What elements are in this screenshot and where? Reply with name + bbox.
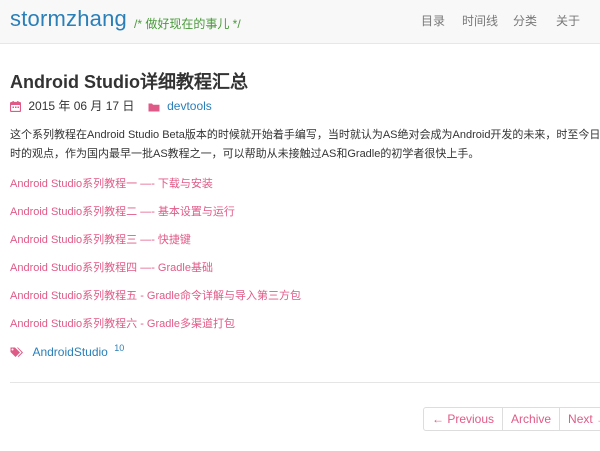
nav-item-timeline[interactable]: 时间线 bbox=[462, 12, 498, 29]
site-header: stormzhang /* 做好现在的事儿 */ 目录 时间线 分类 关于 bbox=[0, 0, 600, 44]
tutorial-list: Android Studio系列教程一 —- 下载与安装 Android Stu… bbox=[10, 174, 590, 342]
tags-icon bbox=[10, 347, 23, 357]
tutorial-link-2[interactable]: Android Studio系列教程二 —- 基本设置与运行 bbox=[10, 206, 235, 218]
post-tags: AndroidStudio 10 bbox=[10, 343, 124, 361]
tutorial-link-6[interactable]: Android Studio系列教程六 - Gradle多渠道打包 bbox=[10, 318, 235, 330]
tag-count: 10 bbox=[114, 343, 125, 353]
list-item: Android Studio系列教程五 - Gradle命令详解与导入第三方包 bbox=[10, 286, 590, 314]
post-meta: 2015 年 06 月 17 日 devtools bbox=[10, 97, 212, 113]
post-date: 2015 年 06 月 17 日 bbox=[28, 99, 135, 113]
list-item: Android Studio系列教程一 —- 下载与安装 bbox=[10, 174, 590, 202]
post-intro: 这个系列教程在Android Studio Beta版本的时候就开始着手编写，当… bbox=[10, 126, 600, 164]
list-item: Android Studio系列教程四 —- Gradle基础 bbox=[10, 258, 590, 286]
tutorial-link-3[interactable]: Android Studio系列教程三 —- 快捷键 bbox=[10, 234, 191, 246]
list-item: Android Studio系列教程六 - Gradle多渠道打包 bbox=[10, 314, 590, 342]
list-item: Android Studio系列教程三 —- 快捷键 bbox=[10, 230, 590, 258]
main-nav: 目录 时间线 分类 关于 bbox=[0, 12, 600, 32]
tutorial-link-4[interactable]: Android Studio系列教程四 —- Gradle基础 bbox=[10, 262, 213, 274]
next-button[interactable]: Next → bbox=[559, 408, 600, 430]
list-item: Android Studio系列教程二 —- 基本设置与运行 bbox=[10, 202, 590, 230]
folder-icon bbox=[148, 103, 160, 112]
post-category-link[interactable]: devtools bbox=[167, 99, 212, 113]
tutorial-link-5[interactable]: Android Studio系列教程五 - Gradle命令详解与导入第三方包 bbox=[10, 290, 301, 302]
nav-item-about[interactable]: 关于 bbox=[556, 12, 580, 29]
intro-line: 这个系列教程在Android Studio Beta版本的时候就开始着手编写，当… bbox=[10, 129, 600, 141]
divider bbox=[10, 382, 600, 383]
tutorial-link-1[interactable]: Android Studio系列教程一 —- 下载与安装 bbox=[10, 178, 213, 190]
calendar-icon bbox=[10, 101, 21, 112]
pager: ← Previous Archive Next → bbox=[423, 407, 600, 431]
post-title: Android Studio详细教程汇总 bbox=[10, 72, 248, 92]
tag-link[interactable]: AndroidStudio bbox=[32, 345, 107, 359]
nav-item-contents[interactable]: 目录 bbox=[421, 12, 445, 29]
previous-button[interactable]: ← Previous bbox=[424, 408, 502, 430]
page: stormzhang /* 做好现在的事儿 */ 目录 时间线 分类 关于 An… bbox=[0, 0, 600, 451]
intro-line: 时的观点，作为国内最早一批AS教程之一，可以帮助从未接触过AS和Gradle的初… bbox=[10, 148, 480, 160]
archive-button[interactable]: Archive bbox=[502, 408, 559, 430]
nav-item-categories[interactable]: 分类 bbox=[513, 12, 537, 29]
